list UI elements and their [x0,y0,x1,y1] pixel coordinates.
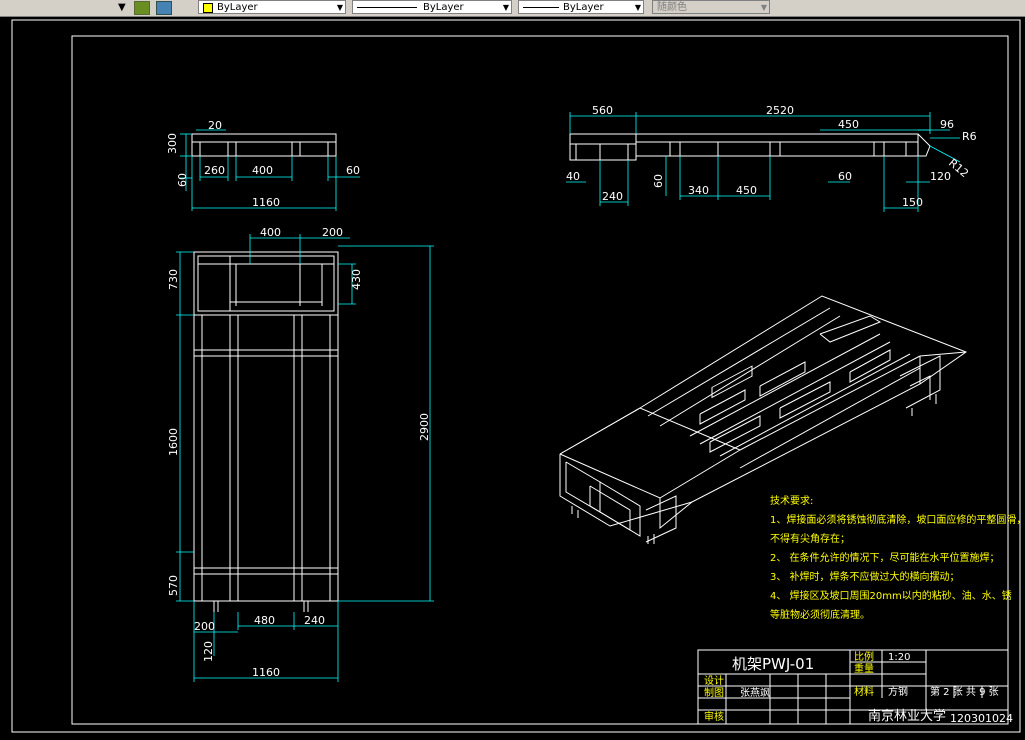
linetype-combo-value: ByLayer [423,2,464,13]
plotstyle-combo: 随颜色 ▼ [652,0,770,14]
chevron-down-icon: ▼ [336,3,343,12]
svg-text:340: 340 [688,184,709,197]
svg-text:120: 120 [930,170,951,183]
color-swatch-icon [203,3,213,13]
svg-text:材料: 材料 [854,685,874,698]
school-name: 南京林业大学 [868,708,946,724]
svg-text:方钢: 方钢 [888,685,908,698]
chevron-down-icon: ▼ [634,3,641,12]
svg-text:60: 60 [838,170,852,183]
svg-text:430: 430 [350,269,363,290]
plotstyle-combo-value: 随颜色 [657,2,687,13]
svg-text:300: 300 [166,133,179,154]
side-view [569,133,931,161]
top-view-dim-text: 20 300 60 260 400 60 1160 [166,119,360,209]
svg-text:2900: 2900 [418,413,431,441]
svg-text:450: 450 [838,118,859,131]
svg-text:730: 730 [167,269,180,290]
color-combo-value: ByLayer [217,2,258,13]
svg-text:设计: 设计 [704,674,724,687]
drawing-name: 机架PWJ-01 [732,655,814,673]
layer-stack-icon[interactable] [134,1,150,15]
svg-text:200: 200 [322,226,343,239]
layer-manager-icon[interactable] [156,1,172,15]
drawing-canvas[interactable]: 20 300 60 260 400 60 1160 400 200 730 43… [0,16,1025,740]
tech-line-5: 4、 焊接区及坡口周围20mm以内的粘砂、油、水、锈 [770,591,1012,602]
side-view-dims [566,112,961,212]
svg-text:重量: 重量 [854,662,874,675]
svg-text:制图: 制图 [704,686,724,699]
svg-text:570: 570 [167,575,180,596]
top-view [191,133,337,157]
svg-text:40: 40 [566,170,580,183]
linetype-combo[interactable]: ByLayer ▼ [352,0,512,14]
tech-heading: 技术要求: [770,496,814,507]
svg-text:1160: 1160 [252,666,280,679]
plan-view [193,251,339,612]
svg-text:1160: 1160 [252,196,280,209]
svg-text:96: 96 [940,118,954,131]
svg-text:400: 400 [260,226,281,239]
svg-text:240: 240 [602,190,623,203]
svg-text:240: 240 [304,614,325,627]
svg-text:450: 450 [736,184,757,197]
svg-text:张燕飒: 张燕飒 [740,686,770,699]
svg-text:2520: 2520 [766,104,794,117]
svg-text:60: 60 [346,164,360,177]
svg-text:150: 150 [902,196,923,209]
svg-text:60: 60 [652,174,665,188]
chevron-down-icon: ▼ [760,3,767,12]
lineweight-combo-value: ByLayer [563,2,604,13]
svg-text:480: 480 [254,614,275,627]
svg-text:审核: 审核 [704,710,724,723]
tech-line-1: 1、焊接面必须将锈蚀彻底清除，坡口面应修的平整圆滑， [770,515,1025,526]
tech-requirements: 技术要求: 1、焊接面必须将锈蚀彻底清除，坡口面应修的平整圆滑， 不得有尖角存在… [770,492,1025,625]
svg-text:1:20: 1:20 [888,652,910,663]
svg-text:400: 400 [252,164,273,177]
svg-text:R6: R6 [962,130,977,143]
plan-view-dim-text: 400 200 730 430 1600 2900 570 200 480 24… [167,226,431,679]
tech-line-4: 3、 补焊时，焊条不应做过大的横向摆动； [770,572,960,583]
svg-text:560: 560 [592,104,613,117]
svg-text:260: 260 [204,164,225,177]
lineweight-sample [523,7,559,8]
chevron-down-icon: ▼ [502,3,509,12]
color-combo[interactable]: ByLayer ▼ [198,0,346,14]
dropdown-arrow-icon[interactable]: ▼ [118,0,126,15]
svg-text:1600: 1600 [167,428,180,456]
tech-line-2: 不得有尖角存在； [770,534,850,545]
svg-text:120: 120 [202,641,215,662]
tech-line-3: 2、 在条件允许的情况下，尽可能在水平位置施焊； [770,553,1000,564]
svg-text:200: 200 [194,620,215,633]
title-block-text: 机架PWJ-01 比例 1:20 重量 材料 方钢 第 2 张 共 9 张 设计… [704,650,1013,725]
tech-line-6: 等脏物必须彻底清理。 [770,610,870,621]
lineweight-combo[interactable]: ByLayer ▼ [518,0,644,14]
student-id: 120301024 [950,712,1013,725]
linetype-sample [357,7,417,8]
svg-text:60: 60 [176,173,189,187]
svg-text:比例: 比例 [854,650,874,663]
svg-text:20: 20 [208,119,222,132]
svg-text:第 2 张 共 9 张: 第 2 张 共 9 张 [930,685,999,698]
properties-toolbar: ▼ ByLayer ▼ ByLayer ▼ ByLayer ▼ 随颜色 ▼ [0,0,1025,17]
